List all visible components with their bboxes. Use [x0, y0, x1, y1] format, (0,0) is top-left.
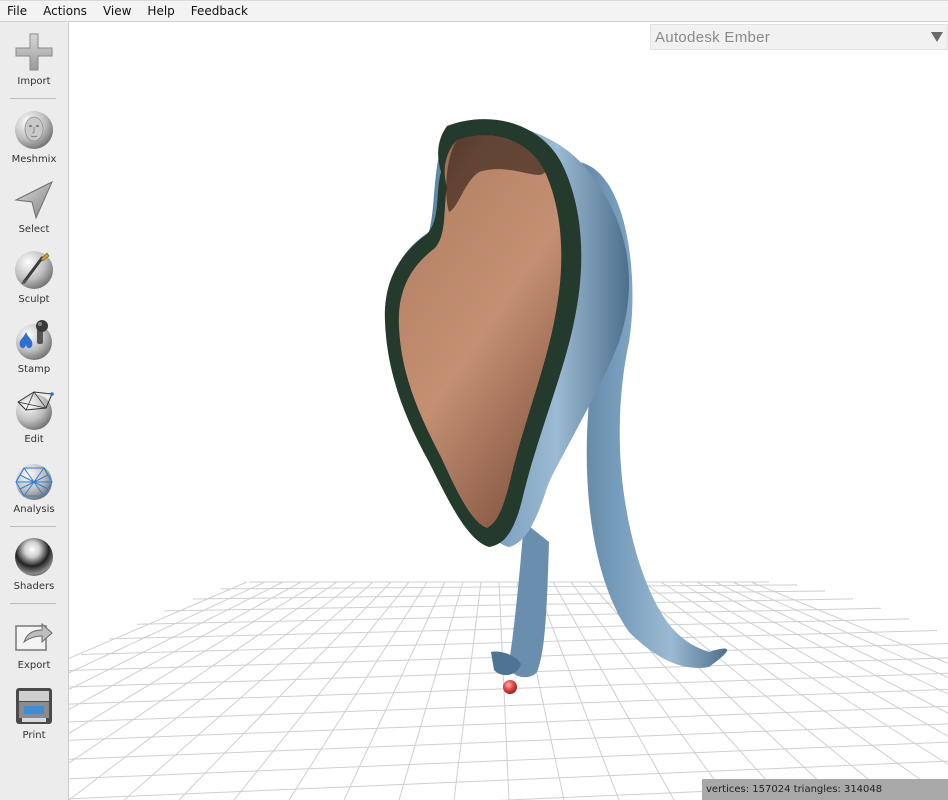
stamp-label: Stamp: [17, 364, 51, 375]
export-icon: [15, 622, 53, 651]
arrow-pointer-icon: [14, 180, 54, 220]
face-sphere-icon: [15, 111, 53, 149]
left-toolbar: Import Meshmix Select Sculpt Stamp Edit …: [0, 22, 69, 800]
import-button[interactable]: Import: [0, 30, 68, 96]
menu-help[interactable]: Help: [139, 1, 182, 21]
chevron-down-icon[interactable]: [927, 27, 947, 47]
print-button[interactable]: Print: [0, 684, 68, 750]
meshmix-label: Meshmix: [11, 154, 57, 165]
sculpt-button[interactable]: Sculpt: [0, 248, 68, 314]
plus-icon: [15, 33, 53, 71]
brush-sphere-icon: [15, 251, 53, 289]
export-label: Export: [17, 660, 51, 671]
wireframe-sphere-icon: [16, 391, 54, 430]
menu-file[interactable]: File: [0, 1, 35, 21]
printer-icon: [16, 688, 52, 724]
print-label: Print: [22, 730, 46, 741]
pivot-point[interactable]: [503, 680, 517, 694]
edit-label: Edit: [24, 434, 44, 445]
stamp-button[interactable]: Stamp: [0, 318, 68, 384]
mesh-sphere-icon: [15, 464, 53, 500]
scene-canvas[interactable]: [69, 22, 948, 800]
menu-bar: File Actions View Help Feedback: [0, 0, 948, 22]
chrome-sphere-icon: [15, 538, 53, 576]
3d-viewport[interactable]: Autodesk Ember vertices: 157024 triangle…: [69, 22, 948, 800]
shaders-button[interactable]: Shaders: [0, 535, 68, 601]
status-bar: vertices: 157024 triangles: 314048: [702, 779, 948, 800]
printer-dropdown[interactable]: Autodesk Ember: [650, 24, 948, 50]
edit-button[interactable]: Edit: [0, 388, 68, 454]
shaders-label: Shaders: [13, 581, 55, 592]
import-label: Import: [17, 76, 51, 87]
menu-actions[interactable]: Actions: [35, 1, 95, 21]
menu-view[interactable]: View: [95, 1, 139, 21]
model-front-leg: [508, 522, 549, 678]
printer-dropdown-value: Autodesk Ember: [655, 28, 771, 46]
sculpt-label: Sculpt: [18, 294, 50, 305]
analysis-button[interactable]: Analysis: [0, 458, 68, 524]
fleur-stamp-icon: [16, 320, 52, 360]
toolbar-divider: [10, 526, 56, 527]
toolbar-divider: [10, 98, 56, 99]
menu-feedback[interactable]: Feedback: [183, 1, 256, 21]
export-button[interactable]: Export: [0, 614, 68, 680]
meshmix-button[interactable]: Meshmix: [0, 108, 68, 174]
select-button[interactable]: Select: [0, 178, 68, 244]
toolbar-divider: [10, 603, 56, 604]
select-label: Select: [18, 224, 50, 235]
analysis-label: Analysis: [13, 504, 55, 515]
